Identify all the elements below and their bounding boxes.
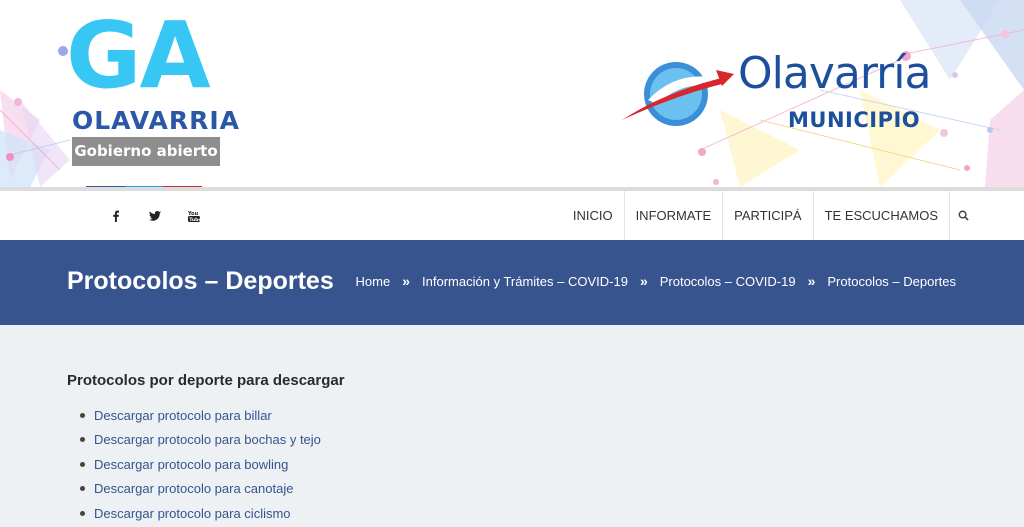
youtube-link[interactable]: You Tube	[174, 191, 213, 240]
list-item: Descargar protocolo para bochas y tejo	[80, 428, 321, 453]
breadcrumb-separator: »	[402, 273, 411, 289]
section-heading: Protocolos por deporte para descargar	[67, 372, 345, 389]
bullet-icon	[80, 461, 85, 467]
municipio-name: Olavarría	[738, 48, 931, 99]
svg-text:Tube: Tube	[189, 216, 200, 221]
list-item: Descargar protocolo para canotaje	[80, 477, 321, 502]
nav-inicio[interactable]: INICIO	[562, 191, 625, 240]
ga-logo-tagline: Gobierno abierto	[72, 137, 220, 166]
globe-swoosh-icon	[622, 62, 734, 126]
bullet-icon	[80, 437, 85, 443]
download-link-canotaje[interactable]: Descargar protocolo para canotaje	[94, 481, 293, 496]
list-item: Descargar protocolo para billar	[80, 403, 321, 428]
twitter-icon	[148, 210, 161, 221]
list-item: Descargar protocolo para ciclismo	[80, 501, 321, 526]
social-links: You Tube	[96, 191, 213, 240]
nav-te-escuchamos[interactable]: TE ESCUCHAMOS	[814, 191, 950, 240]
download-list: Descargar protocolo para billar Descarga…	[80, 403, 321, 526]
breadcrumb-protocolos-covid[interactable]: Protocolos – COVID-19	[660, 274, 796, 289]
municipio-subtitle: MUNICIPIO	[788, 108, 921, 132]
bullet-icon	[80, 412, 85, 418]
page-title-bar: Protocolos – Deportes Home » Información…	[0, 240, 1024, 325]
search-icon	[958, 210, 969, 221]
twitter-link[interactable]	[135, 191, 174, 240]
header-banner: GA OLAVARRIA Gobierno abierto Olavarría …	[0, 0, 1024, 187]
ga-logo-letters: GA	[66, 2, 211, 109]
facebook-link[interactable]	[96, 191, 135, 240]
nav-participa[interactable]: PARTICIPÁ	[723, 191, 814, 240]
municipio-logo[interactable]: Olavarría MUNICIPIO	[618, 52, 958, 142]
main-content: Protocolos por deporte para descargar De…	[0, 325, 1024, 527]
main-navbar: You Tube INICIO INFORMATE PARTICIPÁ TE ES…	[0, 191, 1024, 240]
download-link-ciclismo[interactable]: Descargar protocolo para ciclismo	[94, 506, 291, 521]
breadcrumb: Home » Información y Trámites – COVID-19…	[356, 273, 956, 289]
ga-logo-city: OLAVARRIA	[72, 106, 240, 135]
youtube-icon: YouTube	[187, 211, 200, 222]
breadcrumb-home[interactable]: Home	[356, 274, 391, 289]
breadcrumb-separator: »	[639, 273, 648, 289]
download-link-billar[interactable]: Descargar protocolo para billar	[94, 408, 272, 423]
download-link-bowling[interactable]: Descargar protocolo para bowling	[94, 457, 288, 472]
breadcrumb-informacion-tramites[interactable]: Información y Trámites – COVID-19	[422, 274, 628, 289]
breadcrumb-separator: »	[807, 273, 816, 289]
page-title: Protocolos – Deportes	[67, 267, 334, 295]
breadcrumb-current: Protocolos – Deportes	[827, 273, 956, 289]
bullet-icon	[80, 486, 85, 492]
main-menu: INICIO INFORMATE PARTICIPÁ TE ESCUCHAMOS	[562, 191, 976, 240]
download-link-bochas-tejo[interactable]: Descargar protocolo para bochas y tejo	[94, 432, 321, 447]
ga-logo[interactable]: GA OLAVARRIA Gobierno abierto	[56, 10, 239, 168]
list-item: Descargar protocolo para bowling	[80, 452, 321, 477]
bullet-icon	[80, 510, 85, 516]
nav-informate[interactable]: INFORMATE	[625, 191, 724, 240]
facebook-icon	[112, 210, 119, 222]
search-button[interactable]	[950, 191, 976, 240]
